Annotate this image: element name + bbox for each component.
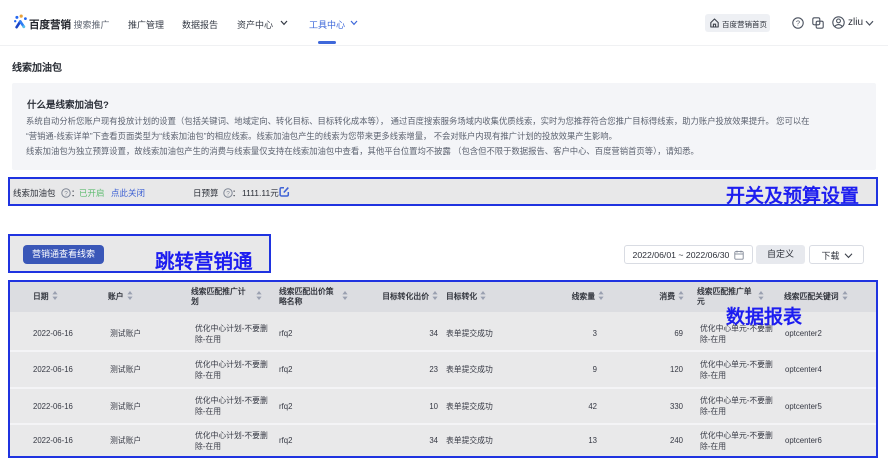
- svg-text:?: ?: [64, 190, 68, 197]
- svg-text:?: ?: [796, 18, 800, 27]
- svg-text:?: ?: [226, 190, 230, 197]
